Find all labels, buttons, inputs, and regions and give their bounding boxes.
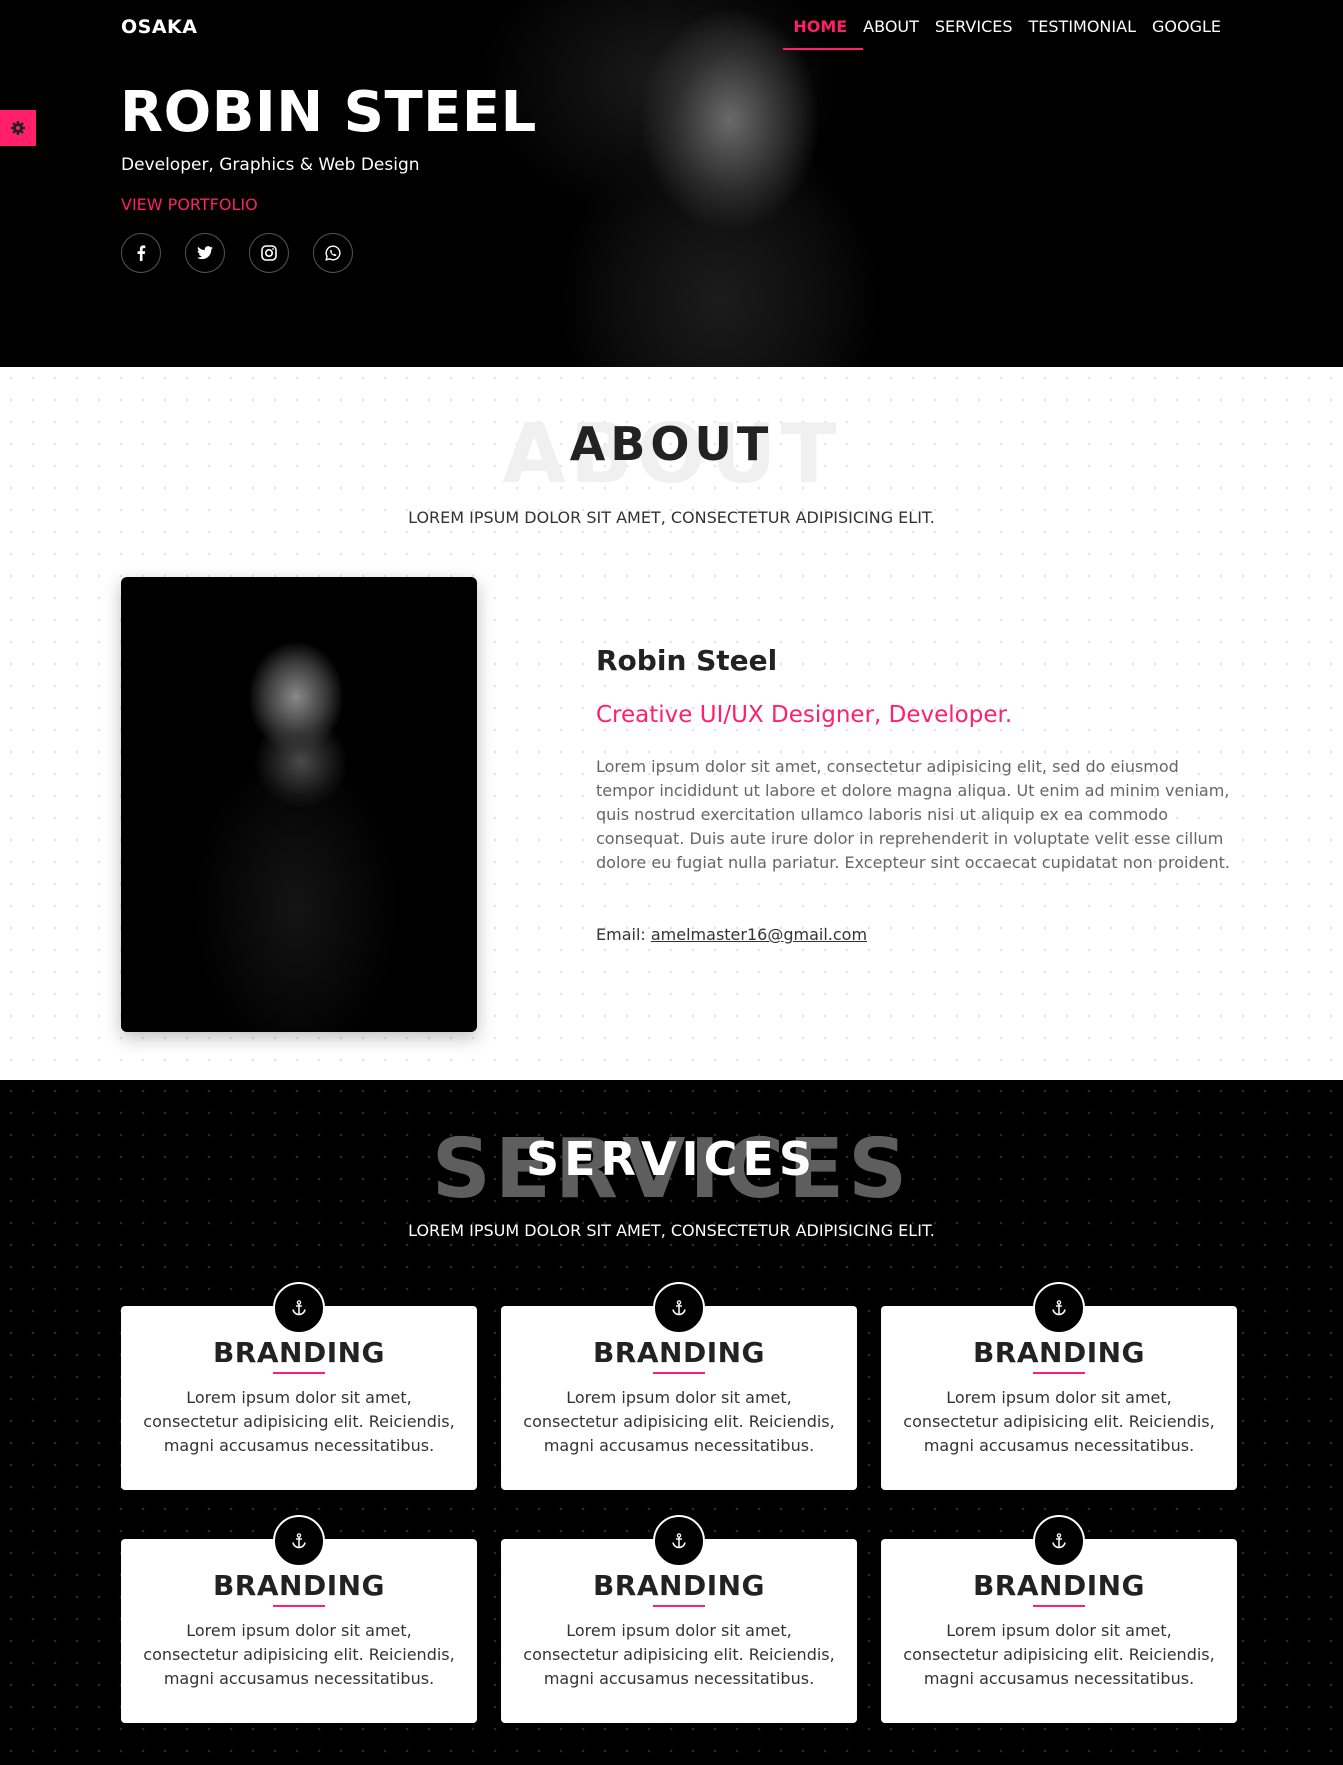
about-role: Creative UI/UX Designer, Developer. bbox=[596, 702, 1013, 728]
anchor-icon bbox=[292, 1533, 306, 1549]
settings-button[interactable] bbox=[0, 110, 36, 146]
services-subtitle: LOREM IPSUM DOLOR SIT AMET, CONSECTETUR … bbox=[408, 1221, 935, 1240]
service-card: BRANDING Lorem ipsum dolor sit amet, con… bbox=[121, 1515, 477, 1723]
main-nav: HOME ABOUT SERVICES TESTIMONIAL GOOGLE bbox=[783, 17, 1229, 50]
whatsapp-icon bbox=[325, 245, 341, 261]
nav-home[interactable]: HOME bbox=[783, 17, 863, 50]
gear-icon bbox=[11, 121, 25, 135]
brand-logo[interactable]: OSAKA bbox=[121, 16, 197, 38]
email-label: Email: bbox=[596, 925, 646, 944]
title-underline bbox=[1033, 1372, 1085, 1374]
anchor-icon bbox=[1052, 1300, 1066, 1316]
instagram-icon bbox=[261, 245, 277, 261]
instagram-button[interactable] bbox=[249, 233, 289, 273]
anchor-icon bbox=[292, 1300, 306, 1316]
service-text: Lorem ipsum dolor sit amet, consectetur … bbox=[143, 1388, 455, 1455]
service-text: Lorem ipsum dolor sit amet, consectetur … bbox=[903, 1388, 1215, 1455]
about-email: Email: amelmaster16@gmail.com bbox=[596, 925, 867, 944]
services-section: SERVICES SERVICES LOREM IPSUM DOLOR SIT … bbox=[0, 1080, 1343, 1765]
about-subtitle: LOREM IPSUM DOLOR SIT AMET, CONSECTETUR … bbox=[408, 508, 935, 527]
service-card: BRANDING Lorem ipsum dolor sit amet, con… bbox=[501, 1282, 857, 1490]
service-text: Lorem ipsum dolor sit amet, consectetur … bbox=[523, 1388, 835, 1455]
nav-google[interactable]: GOOGLE bbox=[1144, 17, 1229, 49]
service-title: BRANDING bbox=[972, 1336, 1146, 1369]
service-text: Lorem ipsum dolor sit amet, consectetur … bbox=[903, 1621, 1215, 1688]
services-title: SERVICES bbox=[525, 1132, 817, 1186]
service-title: BRANDING bbox=[592, 1569, 766, 1602]
facebook-button[interactable] bbox=[121, 233, 161, 273]
twitter-icon bbox=[197, 246, 213, 260]
title-underline bbox=[1033, 1605, 1085, 1607]
profile-photo bbox=[121, 577, 477, 1032]
anchor-icon bbox=[1052, 1533, 1066, 1549]
nav-testimonial[interactable]: TESTIMONIAL bbox=[1021, 17, 1144, 49]
whatsapp-button[interactable] bbox=[313, 233, 353, 273]
hero-name: ROBIN STEEL bbox=[120, 80, 537, 145]
service-card: BRANDING Lorem ipsum dolor sit amet, con… bbox=[881, 1515, 1237, 1723]
service-title: BRANDING bbox=[212, 1569, 386, 1602]
service-icon-badge bbox=[653, 1282, 705, 1334]
service-text: Lorem ipsum dolor sit amet, consectetur … bbox=[523, 1621, 835, 1688]
about-title: ABOUT bbox=[569, 417, 774, 471]
anchor-icon bbox=[672, 1300, 686, 1316]
service-card: BRANDING Lorem ipsum dolor sit amet, con… bbox=[881, 1282, 1237, 1490]
social-links bbox=[121, 233, 353, 273]
email-link[interactable]: amelmaster16@gmail.com bbox=[651, 925, 867, 944]
service-icon-badge bbox=[273, 1515, 325, 1567]
hero-photo bbox=[430, 0, 950, 367]
title-underline bbox=[273, 1605, 325, 1607]
nav-services[interactable]: SERVICES bbox=[927, 17, 1021, 49]
hero-section: OSAKA HOME ABOUT SERVICES TESTIMONIAL GO… bbox=[0, 0, 1343, 367]
service-card: BRANDING Lorem ipsum dolor sit amet, con… bbox=[501, 1515, 857, 1723]
facebook-icon bbox=[137, 245, 146, 261]
service-card: BRANDING Lorem ipsum dolor sit amet, con… bbox=[121, 1282, 477, 1490]
profile-photo-art bbox=[121, 577, 477, 1032]
about-description: Lorem ipsum dolor sit amet, consectetur … bbox=[596, 757, 1230, 872]
title-underline bbox=[653, 1372, 705, 1374]
anchor-icon bbox=[672, 1533, 686, 1549]
service-text: Lorem ipsum dolor sit amet, consectetur … bbox=[143, 1621, 455, 1688]
about-name: Robin Steel bbox=[596, 644, 778, 677]
about-section: ABOUT ABOUT LOREM IPSUM DOLOR SIT AMET, … bbox=[0, 367, 1343, 1080]
service-icon-badge bbox=[273, 1282, 325, 1334]
service-title: BRANDING bbox=[972, 1569, 1146, 1602]
service-icon-badge bbox=[1033, 1515, 1085, 1567]
service-title: BRANDING bbox=[592, 1336, 766, 1369]
view-portfolio-link[interactable]: VIEW PORTFOLIO bbox=[121, 195, 258, 214]
service-title: BRANDING bbox=[212, 1336, 386, 1369]
hero-subtitle: Developer, Graphics & Web Design bbox=[121, 155, 420, 175]
service-icon-badge bbox=[1033, 1282, 1085, 1334]
title-underline bbox=[273, 1372, 325, 1374]
service-icon-badge bbox=[653, 1515, 705, 1567]
twitter-button[interactable] bbox=[185, 233, 225, 273]
title-underline bbox=[653, 1605, 705, 1607]
nav-about[interactable]: ABOUT bbox=[855, 17, 927, 49]
